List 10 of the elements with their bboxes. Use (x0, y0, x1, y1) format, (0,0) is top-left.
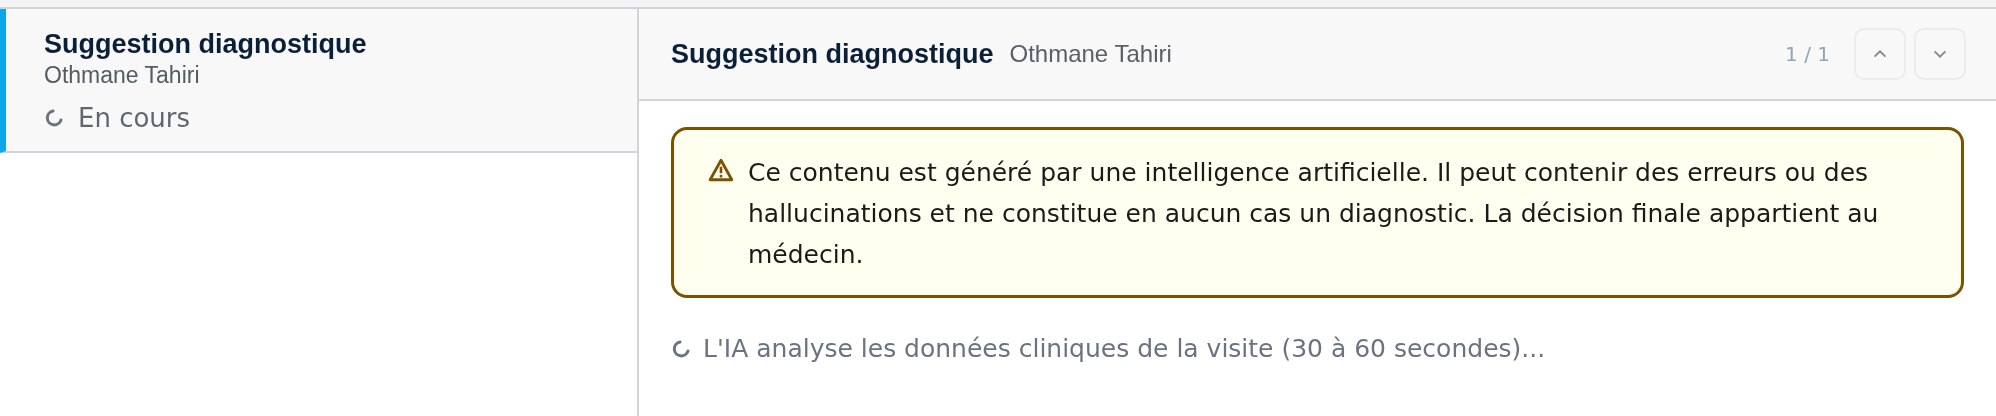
detail-title: Suggestion diagnostique (671, 38, 994, 70)
progress-message: L'IA analyse les données cliniques de la visite (30 à 60 secondes)... (703, 334, 1546, 363)
warning-icon (708, 158, 734, 182)
warning-text: Ce contenu est généré par une intelligence artificielle. Il peut contenir des erreurs ou des hallucinations et ne constitue en aucun cas un diagnostic. La décision finale appartient au médecin. (748, 157, 1880, 271)
page-counter: 1 / 1 (1785, 42, 1830, 66)
request-item[interactable]: Suggestion diagnostique Othmane Tahiri En cours (0, 9, 637, 153)
patient-name: Othmane Tahiri (1009, 40, 1172, 68)
patient-name: Othmane Tahiri (44, 62, 201, 89)
request-title: Suggestion diagnostique (44, 29, 368, 60)
status-label: En cours (78, 103, 191, 133)
